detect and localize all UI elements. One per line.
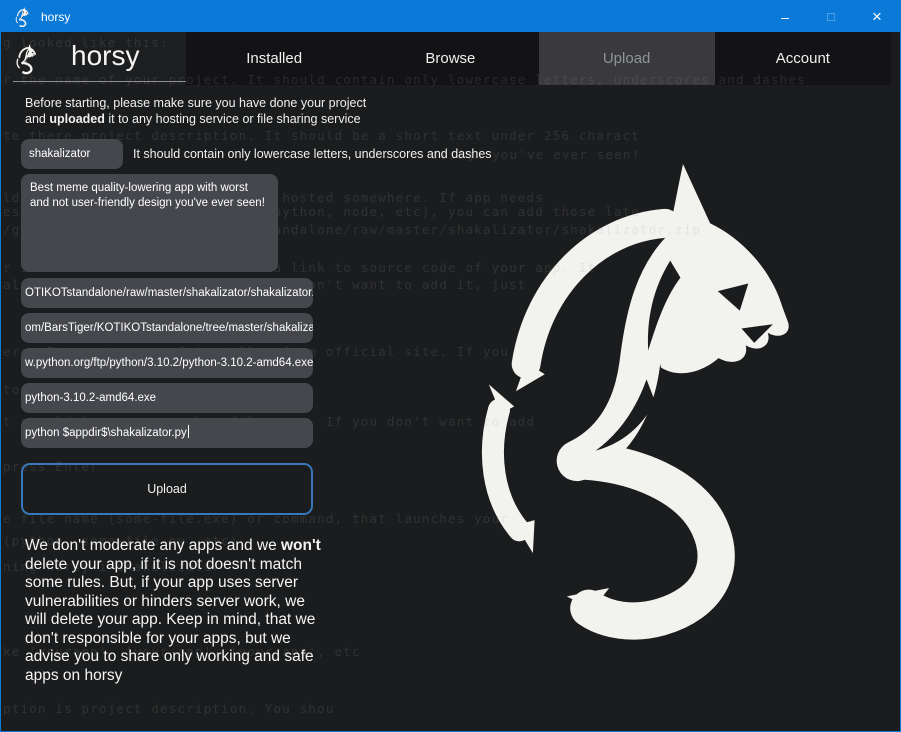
disclaimer-pre: We don't moderate any apps and we — [25, 537, 281, 554]
project-name-input[interactable]: shakalizator — [21, 139, 123, 169]
upload-button[interactable]: Upload — [21, 463, 313, 515]
intro-line1: Before starting, please make sure you ha… — [25, 96, 366, 110]
brand-section: horsy — [1, 32, 186, 85]
window-controls: – □ × — [762, 1, 900, 32]
window-title: horsy — [41, 10, 70, 24]
intro-text: Before starting, please make sure you ha… — [25, 95, 366, 127]
horsy-logo-icon — [14, 42, 41, 76]
maximize-icon: □ — [827, 9, 835, 24]
archive-link-field[interactable]: OTIKOTstandalone/raw/master/shakalizator… — [21, 278, 313, 308]
source-link-field[interactable]: om/BarsTiger/KOTIKOTstandalone/tree/mast… — [21, 313, 313, 343]
brand-underline — [13, 81, 186, 82]
horsy-logo-icon — [14, 7, 32, 27]
disclaimer-post: delete your app, if it is not doesn't ma… — [25, 556, 315, 684]
close-button[interactable]: × — [854, 1, 900, 32]
run-command-field[interactable]: python $appdir$\shakalizator.py — [21, 418, 313, 448]
app-window: horsy –□× horsy InstalledBrowseUploadAcc… — [0, 0, 901, 732]
intro-line2-post: it to any hosting service or file sharin… — [105, 112, 361, 126]
upload-page: Before starting, please make sure you ha… — [1, 85, 901, 732]
disclaimer-text: We don't moderate any apps and we won't … — [25, 537, 325, 685]
tab-account[interactable]: Account — [715, 32, 891, 85]
brand-name: horsy — [71, 40, 139, 72]
minimize-button[interactable]: – — [762, 1, 808, 32]
description-textarea[interactable]: Best meme quality-lowering app with wors… — [21, 174, 278, 272]
intro-bold: uploaded — [49, 112, 105, 126]
text-caret — [188, 425, 189, 438]
intro-line2-pre: and — [25, 112, 49, 126]
project-name-hint: It should contain only lowercase letters… — [133, 139, 492, 169]
installer-link-field[interactable]: w.python.org/ftp/python/3.10.2/python-3.… — [21, 348, 313, 378]
tab-installed[interactable]: Installed — [186, 32, 362, 85]
title-bar[interactable]: horsy – □ × — [1, 1, 900, 32]
minimize-icon: – — [781, 9, 789, 25]
installer-name-field[interactable]: python-3.10.2-amd64.exe — [21, 383, 313, 413]
nav-bar: horsy InstalledBrowseUploadAccount — [1, 32, 891, 85]
tab-browse[interactable]: Browse — [362, 32, 538, 85]
disclaimer-bold: won't — [281, 537, 321, 554]
close-icon: × — [872, 7, 882, 27]
tab-bar: InstalledBrowseUploadAccount — [186, 32, 891, 85]
tab-upload[interactable]: Upload — [539, 32, 715, 85]
maximize-button[interactable]: □ — [808, 1, 854, 32]
